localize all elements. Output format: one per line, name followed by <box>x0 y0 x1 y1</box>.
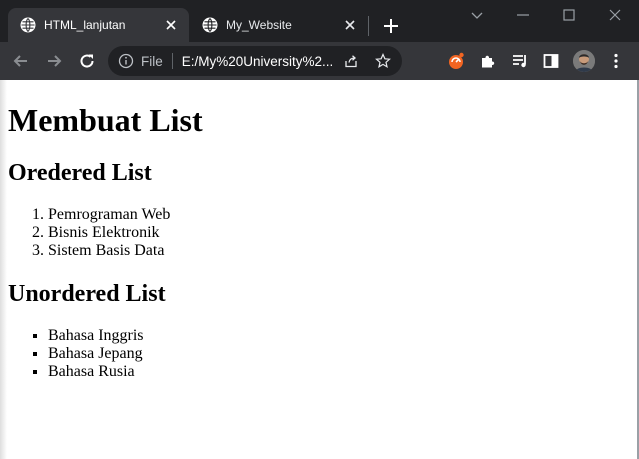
maximize-icon[interactable] <box>560 6 578 24</box>
list-item: Bahasa Rusia <box>48 363 144 381</box>
unordered-list-heading: Unordered List <box>8 281 166 307</box>
tab-separator <box>368 16 369 36</box>
profile-avatar[interactable] <box>573 50 595 72</box>
ordered-list-heading: Oredered List <box>8 160 152 186</box>
tab-search-chevron-icon[interactable] <box>468 6 486 24</box>
menu-kebab-icon[interactable] <box>606 51 626 71</box>
browser-toolbar: File E:/My%20University%2... <box>0 42 639 80</box>
close-tab-icon[interactable] <box>163 17 179 33</box>
scheme-label: File <box>141 53 163 69</box>
list-item: Pemrograman Web <box>48 206 170 224</box>
profile-photo-icon <box>573 50 595 72</box>
address-divider <box>171 53 173 69</box>
back-arrow-icon[interactable] <box>11 51 31 71</box>
browser-titlebar: HTML_lanjutan My_Website <box>0 0 639 42</box>
page-heading: Membuat List <box>8 102 203 138</box>
star-icon[interactable] <box>375 53 391 69</box>
close-window-icon[interactable] <box>606 6 624 24</box>
minimize-icon[interactable] <box>514 6 532 24</box>
unordered-list: Bahasa Inggris Bahasa Jepang Bahasa Rusi… <box>8 327 144 381</box>
forward-arrow-icon[interactable] <box>44 51 64 71</box>
list-item: Sistem Basis Data <box>48 242 170 260</box>
globe-icon <box>202 17 218 33</box>
list-item: Bisnis Elektronik <box>48 224 170 242</box>
globe-icon <box>20 17 36 33</box>
tab-title: My_Website <box>226 18 292 32</box>
tab-title: HTML_lanjutan <box>44 18 126 32</box>
list-item: Bahasa Jepang <box>48 345 144 363</box>
media-queue-icon[interactable] <box>510 51 530 71</box>
side-panel-icon[interactable] <box>541 51 561 71</box>
close-tab-icon[interactable] <box>342 17 358 33</box>
reload-icon[interactable] <box>77 51 97 71</box>
tab-my-website[interactable]: My_Website <box>190 8 368 42</box>
extension-icon[interactable] <box>446 51 466 71</box>
info-icon[interactable] <box>118 53 134 69</box>
ordered-list: Pemrograman Web Bisnis Elektronik Sistem… <box>8 206 170 260</box>
new-tab-icon[interactable] <box>380 15 402 37</box>
left-edge-shadow <box>0 80 7 459</box>
url-text[interactable]: E:/My%20University%2... <box>182 54 334 69</box>
puzzle-extensions-icon[interactable] <box>478 51 498 71</box>
list-item: Bahasa Inggris <box>48 327 144 345</box>
tab-html-lanjutan[interactable]: HTML_lanjutan <box>8 8 189 42</box>
share-icon[interactable] <box>343 53 359 69</box>
address-bar[interactable]: File E:/My%20University%2... <box>108 46 402 76</box>
page-viewport: Membuat List Oredered List Pemrograman W… <box>0 80 639 459</box>
